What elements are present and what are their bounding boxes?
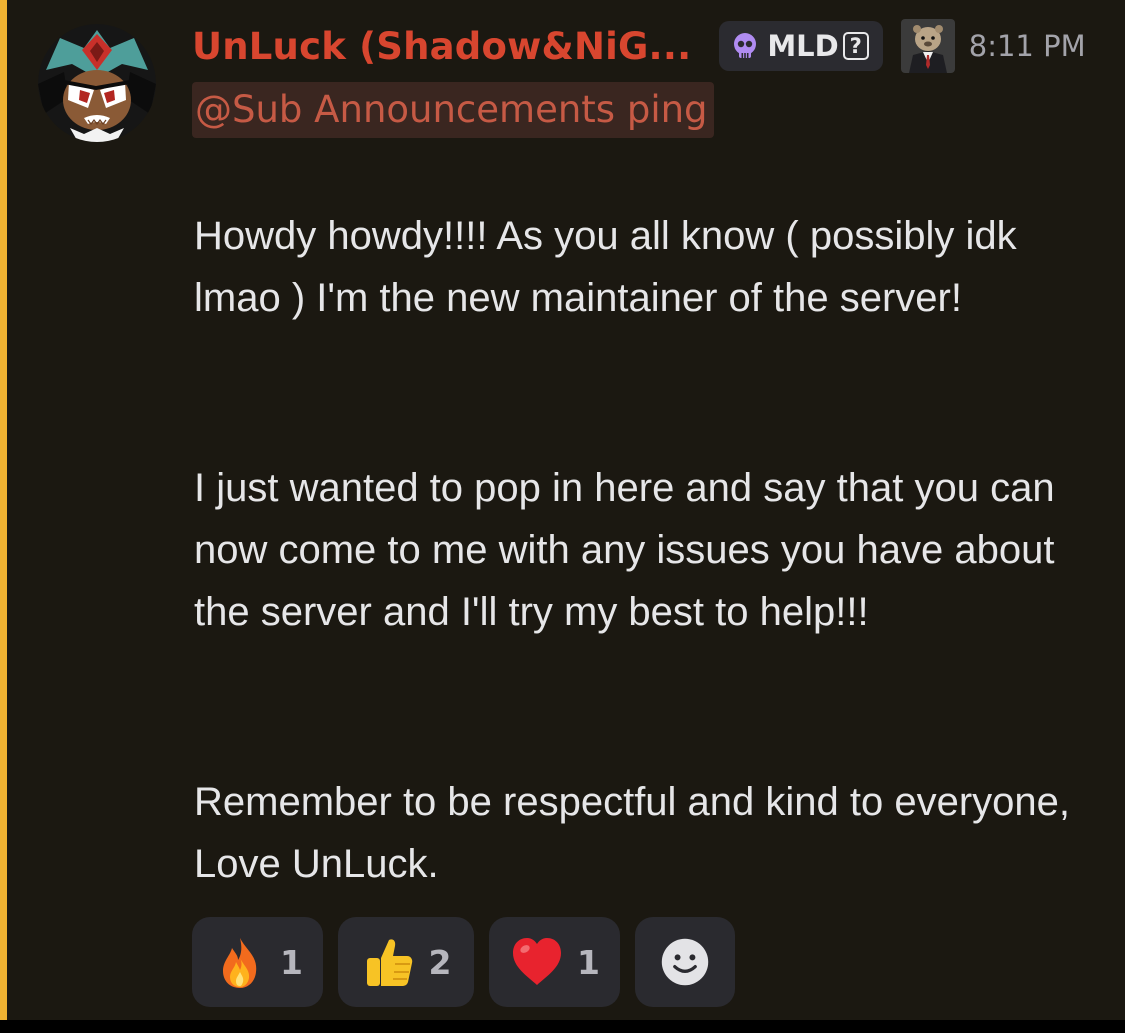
message-paragraph-3: Remember to be respectful and kind to ev… (194, 780, 1071, 886)
fire-emoji (223, 938, 257, 988)
reaction-fire[interactable]: 1 (192, 917, 323, 1007)
role-tag[interactable]: MLD ? (719, 21, 883, 71)
timestamp: 8:11 PM (968, 29, 1086, 63)
role-mention[interactable]: @Sub Announcements ping (192, 82, 714, 138)
add-reaction-button[interactable] (635, 917, 735, 1007)
avatar-decoration-icon (900, 19, 955, 73)
reaction-bar: 1 2 1 (192, 917, 735, 1007)
thumbs-up-emoji (366, 939, 412, 986)
reaction-count: 1 (280, 942, 303, 982)
heart-emoji (513, 938, 562, 985)
message-header: UnLuck (Shadow&NiG... MLD ? 8:11 PM (192, 18, 1086, 74)
skull-icon (734, 33, 757, 58)
user-avatar[interactable] (38, 24, 156, 142)
message-paragraph-1: Howdy howdy!!!! As you all know ( possib… (194, 214, 1017, 320)
mention-highlight-bar (0, 0, 7, 1020)
message-paragraph-2: I just wanted to pop in here and say tha… (194, 466, 1055, 634)
help-icon[interactable]: ? (842, 32, 869, 60)
reaction-count: 1 (577, 942, 600, 982)
message-container: UnLuck (Shadow&NiG... MLD ? 8:11 PM @Sub… (0, 0, 1125, 1020)
reaction-heart[interactable]: 1 (489, 917, 620, 1007)
reaction-count: 2 (428, 942, 452, 982)
avatar-image (38, 24, 156, 142)
author-name[interactable]: UnLuck (Shadow&NiG... (192, 25, 691, 68)
add-reaction-smiley-icon (661, 938, 709, 986)
reaction-thumbs-up[interactable]: 2 (338, 917, 474, 1007)
role-tag-label: MLD (767, 29, 839, 63)
bottom-edge (0, 1020, 1125, 1033)
